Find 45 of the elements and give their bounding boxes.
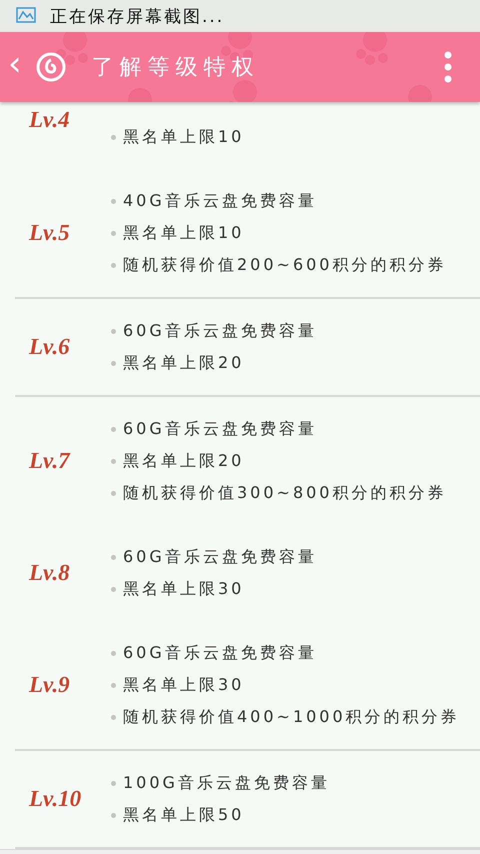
bullet-icon — [111, 714, 116, 720]
more-icon — [444, 51, 452, 83]
privilege-text: 随机获得价值400~1000积分的积分券 — [123, 706, 460, 728]
page-title: 了解等级特权 — [92, 54, 261, 82]
bullet-icon — [111, 426, 116, 432]
bullet-icon — [111, 812, 116, 818]
bullet-icon — [111, 134, 116, 140]
back-button[interactable]: ‹ — [4, 47, 26, 87]
privilege-text: 60G音乐云盘免费容量 — [123, 546, 317, 568]
privilege-text: 100G音乐云盘免费容量 — [123, 772, 330, 794]
bullet-icon — [111, 262, 116, 268]
privilege-text: 60G音乐云盘免费容量 — [123, 418, 317, 440]
privilege-text: 随机获得价值300~800积分的积分券 — [123, 482, 446, 504]
bullet-icon — [111, 780, 116, 786]
bullet-icon — [111, 490, 116, 496]
image-icon — [16, 7, 36, 25]
privilege-text: 黑名单上限30 — [123, 578, 244, 600]
bullet-icon — [111, 458, 116, 464]
bullet-icon — [111, 682, 116, 688]
privilege-text: 黑名单上限10 — [123, 222, 244, 244]
bullet-icon — [111, 198, 116, 204]
bullet-icon — [111, 554, 116, 560]
level-label: Lv.9 — [28, 672, 71, 698]
bullet-icon — [111, 230, 116, 236]
level-label: Lv.10 — [28, 786, 82, 812]
privilege-text: 黑名单上限20 — [123, 450, 244, 472]
privilege-text: 黑名单上限30 — [123, 674, 244, 696]
level-label: Lv.5 — [28, 220, 71, 246]
logo-icon — [36, 52, 66, 82]
status-text: 正在保存屏幕截图... — [50, 6, 224, 28]
privilege-text: 60G音乐云盘免费容量 — [123, 642, 317, 664]
level-label: Lv.7 — [28, 448, 72, 474]
bullet-icon — [111, 360, 116, 366]
privilege-text: 黑名单上限10 — [123, 126, 244, 148]
bullet-icon — [111, 328, 116, 334]
privilege-text: 黑名单上限50 — [123, 804, 244, 826]
privilege-text: 黑名单上限20 — [123, 352, 244, 374]
privilege-text: 随机获得价值200~600积分的积分券 — [123, 254, 446, 276]
privilege-text: 40G音乐云盘免费容量 — [123, 190, 317, 212]
level-label: Lv.6 — [28, 334, 71, 360]
level-label: Lv.8 — [28, 560, 71, 586]
privilege-text: 60G音乐云盘免费容量 — [123, 320, 317, 342]
level-label: Lv.4 — [28, 107, 71, 133]
bullet-icon — [111, 586, 116, 592]
bullet-icon — [111, 650, 116, 656]
